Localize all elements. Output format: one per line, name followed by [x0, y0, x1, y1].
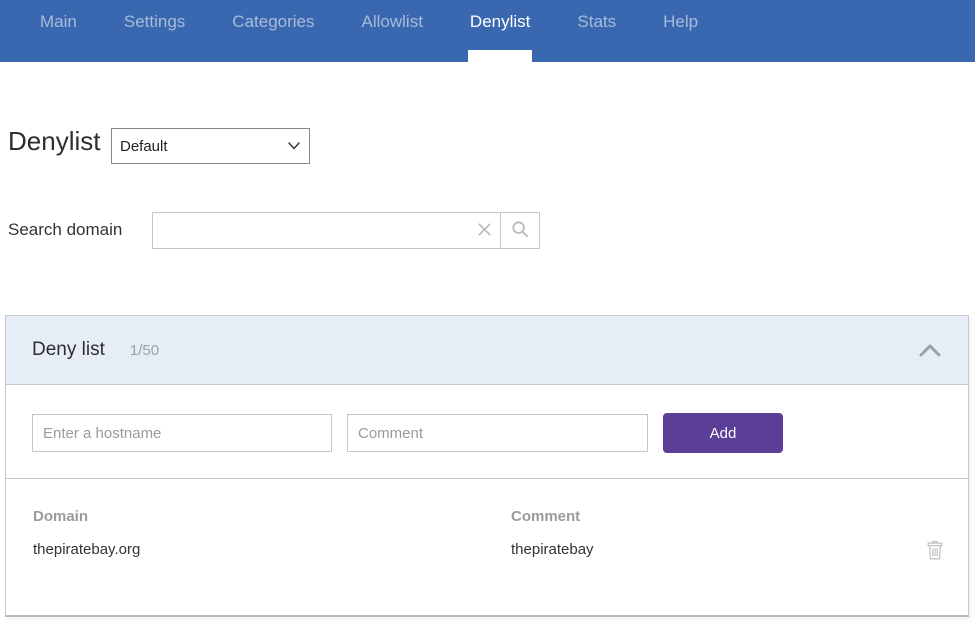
- row-domain-cell: thepiratebay.org: [33, 541, 141, 558]
- nav-item-label: Stats: [577, 12, 617, 31]
- top-navbar: Main Settings Categories Allowlist Denyl…: [0, 0, 975, 62]
- magnifier-icon: [510, 219, 530, 242]
- nav-item-label: Help: [663, 12, 699, 31]
- nav-item-help[interactable]: Help: [663, 12, 698, 32]
- nav-item-main[interactable]: Main: [40, 12, 77, 32]
- collapse-panel-button[interactable]: [918, 342, 942, 358]
- page-title: Denylist: [8, 126, 101, 156]
- hostname-input[interactable]: [32, 414, 332, 452]
- search-domain-label: Search domain: [8, 220, 123, 239]
- denylist-selector[interactable]: Default: [111, 128, 310, 164]
- row-comment-cell: thepiratebay: [511, 541, 594, 558]
- nav-item-label: Denylist: [469, 12, 531, 31]
- clear-search-button[interactable]: [468, 213, 500, 248]
- nav-item-label: Categories: [232, 12, 315, 31]
- nav-item-categories[interactable]: Categories: [232, 12, 314, 32]
- nav-item-settings[interactable]: Settings: [124, 12, 185, 32]
- delete-row-button[interactable]: [925, 539, 945, 561]
- trash-icon: [925, 540, 945, 564]
- add-button[interactable]: Add: [663, 413, 783, 453]
- denylist-page: Main Settings Categories Allowlist Denyl…: [0, 0, 975, 623]
- chevron-up-icon: [918, 344, 942, 361]
- x-icon: [475, 220, 494, 242]
- deny-list-table: Domain Comment thepiratebay.org thepirat…: [6, 478, 968, 615]
- nav-item-denylist[interactable]: Denylist: [467, 12, 533, 62]
- panel-title: Deny list: [32, 339, 105, 360]
- nav-item-allowlist[interactable]: Allowlist: [362, 12, 423, 32]
- nav-item-label: Main: [40, 12, 77, 31]
- nav-item-stats[interactable]: Stats: [577, 12, 616, 32]
- search-box: [152, 212, 501, 249]
- nav-item-label: Allowlist: [361, 12, 423, 31]
- deny-list-panel: Deny list 1/50 Add Domain Comment thepir…: [5, 315, 969, 617]
- search-button[interactable]: [500, 212, 540, 249]
- deny-list-panel-header: Deny list 1/50: [6, 316, 968, 385]
- deny-list-count-badge: 1/50: [129, 341, 160, 359]
- column-header-comment: Comment: [511, 508, 581, 525]
- comment-input[interactable]: [347, 414, 648, 452]
- search-domain-input[interactable]: [153, 213, 468, 248]
- nav-item-label: Settings: [123, 12, 186, 31]
- add-entry-form: Add: [6, 386, 968, 478]
- active-tab-indicator: [467, 50, 533, 62]
- denylist-select-wrap: Default: [111, 128, 310, 164]
- search-group: [152, 212, 540, 249]
- column-header-domain: Domain: [33, 508, 89, 525]
